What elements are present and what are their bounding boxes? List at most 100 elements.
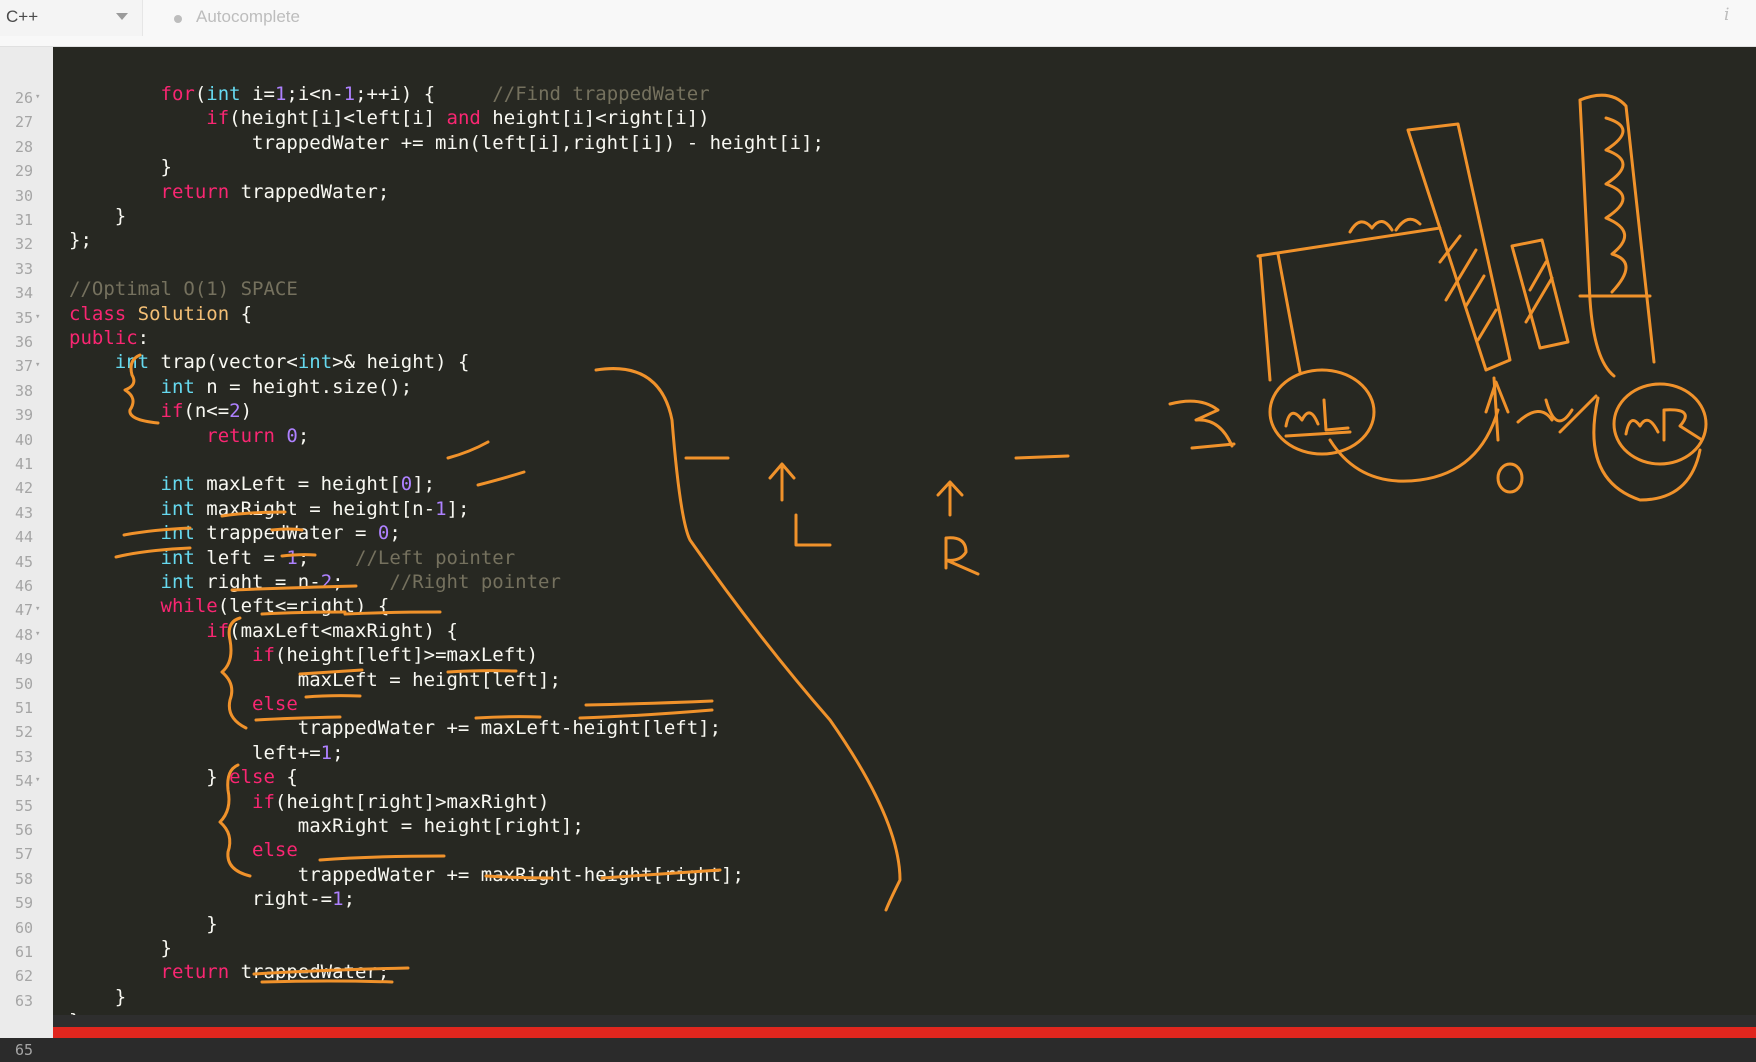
code-token: 2 bbox=[229, 400, 241, 423]
code-token: 1 bbox=[274, 83, 287, 105]
code-line: while(left<=right) { bbox=[69, 594, 390, 618]
code-token: 1 bbox=[286, 546, 298, 569]
language-select[interactable]: C++ bbox=[0, 0, 143, 36]
code-token: maxLeft = height[left]; bbox=[297, 668, 561, 691]
code-token: maxRight = height[n- bbox=[194, 497, 436, 520]
line-number: 61 bbox=[14, 943, 33, 961]
code-token: trappedWater; bbox=[229, 180, 390, 203]
code-token: height[i]<right[i]) bbox=[480, 107, 710, 130]
code-token: (n<= bbox=[183, 400, 230, 423]
code-token: int bbox=[160, 546, 195, 569]
line-number: 36 bbox=[14, 333, 33, 351]
code-line: else bbox=[69, 692, 298, 716]
code-token: right-= bbox=[252, 888, 333, 911]
line-number: 58 bbox=[14, 869, 33, 888]
line-number: 26 bbox=[14, 89, 33, 107]
code-token: int bbox=[114, 351, 150, 374]
code-token: for bbox=[160, 83, 195, 105]
code-line: public: bbox=[69, 326, 149, 350]
code-token: ; bbox=[389, 522, 401, 545]
code-token: return bbox=[160, 961, 230, 984]
code-token: (maxLeft<maxRight) { bbox=[229, 619, 458, 642]
line-number: 48 bbox=[14, 625, 33, 644]
code-token: ; bbox=[332, 741, 344, 764]
code-line: int n = height.size(); bbox=[69, 375, 413, 399]
code-line: int maxLeft = height[0]; bbox=[69, 472, 436, 496]
line-number: 53 bbox=[14, 747, 33, 766]
code-line: if(height[i]<left[i] and height[i]<right… bbox=[69, 106, 710, 130]
line-number: 54 bbox=[14, 772, 33, 791]
fold-caret-icon[interactable]: ▾ bbox=[35, 629, 40, 639]
info-icon[interactable]: i bbox=[1724, 5, 1729, 25]
code-token: if bbox=[206, 107, 230, 130]
line-number: 56 bbox=[14, 821, 33, 839]
code-editor[interactable]: for(int i=1;i<n-1;++i) { //Find trappedW… bbox=[53, 47, 1756, 1015]
code-token: trappedWater = bbox=[194, 522, 378, 545]
code-line: } else { bbox=[69, 765, 298, 789]
fold-caret-icon[interactable]: ▾ bbox=[35, 92, 40, 102]
code-token: int bbox=[160, 473, 195, 496]
editor-toolbar: C++ Autocomplete i bbox=[0, 0, 1756, 47]
code-line: } bbox=[69, 204, 126, 228]
line-number: 59 bbox=[14, 894, 33, 913]
fold-caret-icon[interactable]: ▾ bbox=[35, 360, 40, 370]
code-token: { bbox=[274, 766, 298, 789]
code-token: trappedWater += maxRight-height[right]; bbox=[297, 863, 744, 886]
code-line: return 0; bbox=[69, 424, 309, 448]
code-line: for(int i=1;i<n-1;++i) { //Find trappedW… bbox=[69, 82, 710, 106]
line-number: 63 bbox=[14, 991, 33, 1010]
code-line: if(height[right]>maxRight) bbox=[69, 790, 549, 814]
code-line: trappedWater += maxRight-height[right]; bbox=[69, 863, 744, 887]
code-token: : bbox=[137, 327, 150, 349]
code-token: ; bbox=[332, 571, 390, 593]
code-line: if(height[left]>=maxLeft) bbox=[69, 643, 538, 667]
fold-caret-icon[interactable]: ▾ bbox=[35, 775, 40, 785]
code-token: (height[i]<left[i] bbox=[229, 107, 447, 130]
line-number: 45 bbox=[14, 552, 33, 571]
line-number: 28 bbox=[14, 137, 33, 156]
line-number: 37 bbox=[14, 357, 33, 376]
chevron-down-icon bbox=[116, 13, 128, 20]
code-token: public bbox=[69, 327, 138, 349]
gutter-footer bbox=[0, 1015, 53, 1038]
line-number: 65 bbox=[14, 1040, 33, 1059]
code-line: trappedWater += min(left[i],right[i]) - … bbox=[69, 131, 824, 155]
code-token: int bbox=[297, 351, 333, 374]
code-token: right = n- bbox=[194, 571, 321, 593]
fold-caret-icon[interactable]: ▾ bbox=[35, 312, 40, 322]
code-token: } bbox=[114, 985, 127, 1008]
code-token: 1 bbox=[435, 497, 447, 520]
line-number: 51 bbox=[14, 699, 33, 717]
line-number: 35 bbox=[14, 308, 33, 327]
code-line: right-=1; bbox=[69, 887, 355, 911]
code-line: left+=1; bbox=[69, 741, 344, 765]
code-token: >& height) { bbox=[332, 351, 470, 374]
code-line: return trappedWater; bbox=[69, 180, 390, 204]
video-progress-bar[interactable] bbox=[53, 1027, 1756, 1038]
code-token: ; bbox=[343, 888, 356, 911]
code-token: //Right pointer bbox=[389, 571, 561, 593]
fold-caret-icon[interactable]: ▾ bbox=[35, 604, 40, 614]
code-token: trappedWater += min(left[i],right[i]) - … bbox=[252, 131, 824, 154]
line-number: 38 bbox=[14, 381, 33, 400]
code-token: ; bbox=[297, 424, 310, 447]
line-number: 27 bbox=[14, 113, 33, 132]
code-token: ; bbox=[297, 546, 356, 569]
code-token: trappedWater += maxLeft-height[left]; bbox=[297, 717, 722, 740]
code-token: ;++i) { bbox=[355, 83, 493, 105]
code-token: maxRight = height[right]; bbox=[297, 815, 584, 837]
code-line: } bbox=[69, 936, 172, 960]
